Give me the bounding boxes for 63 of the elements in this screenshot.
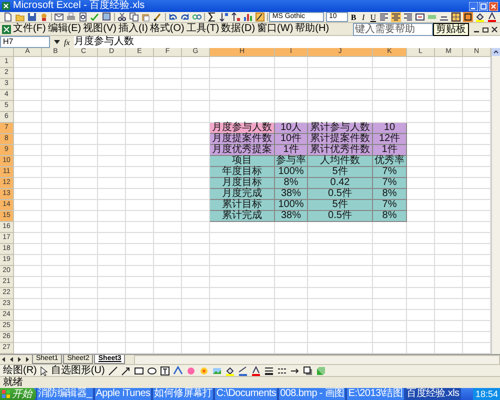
menu-item[interactable]: 插入(I) xyxy=(118,23,148,35)
taskbar-button[interactable]: C:\Documents xyxy=(214,388,278,400)
table-cell: 100% xyxy=(275,167,308,178)
table-cell: 年度目标 xyxy=(210,167,275,178)
table-cell: 0.5件 xyxy=(308,211,373,222)
menu-item[interactable]: 帮助(H) xyxy=(295,23,330,35)
table-cell: 月度优秀提案 xyxy=(210,145,275,156)
taskbar-button[interactable]: Apple iTunes xyxy=(94,388,152,400)
tooltip: 剪贴板 xyxy=(433,22,469,36)
taskbar-button[interactable]: 008.bmp - 画图 xyxy=(278,388,346,400)
table-cell: 8% xyxy=(275,178,308,189)
status-text: 就绪 xyxy=(3,377,23,388)
table-cell: 8% xyxy=(373,189,407,200)
table-cell: 累计提案件数 xyxy=(308,134,373,145)
table-cell: 7% xyxy=(373,200,407,211)
table-cell: 累计参与人数 xyxy=(308,123,373,134)
menu-item[interactable]: 数据(D) xyxy=(221,23,256,35)
menu-item[interactable]: 视图(V) xyxy=(83,23,116,35)
table-cell: 100% xyxy=(275,200,308,211)
table-cell: 7% xyxy=(373,167,407,178)
function-button[interactable]: fx xyxy=(64,38,70,46)
help-search-field[interactable]: 键入需要帮助 xyxy=(353,22,433,36)
table-cell: 月度提案件数 xyxy=(210,134,275,145)
table-cell: 0.42 xyxy=(308,178,373,189)
table-cell: 累计目标 xyxy=(210,200,275,211)
formula-field[interactable]: 月度参与人数 xyxy=(74,36,500,48)
clock: 18:54 xyxy=(475,389,498,399)
table-cell: 优秀率 xyxy=(373,156,407,167)
table-cell: 1件 xyxy=(275,145,308,156)
menu-item[interactable]: 窗口(W) xyxy=(257,23,294,35)
underline-button[interactable]: U xyxy=(369,12,378,22)
taskbar-button[interactable]: 如何修屏幕打 xyxy=(152,388,214,400)
table-cell: 12件 xyxy=(373,134,407,145)
table-cell: 累计完成 xyxy=(210,211,275,222)
menu-item[interactable]: 编辑(E) xyxy=(48,23,82,35)
table-cell: 项目 xyxy=(210,156,275,167)
table-cell: 累计优秀件数 xyxy=(308,145,373,156)
table-cell: 1件 xyxy=(373,145,407,156)
taskbar-button[interactable]: E:\2013\结图 xyxy=(346,388,405,400)
menu-item[interactable]: 格式(O) xyxy=(150,23,184,35)
menu-item[interactable]: 文件(F) xyxy=(13,23,46,35)
taskbar-button[interactable]: 消防编辑器_ xyxy=(36,388,94,400)
table-cell: 人均件数 xyxy=(308,156,373,167)
table-cell: 0.5件 xyxy=(308,189,373,200)
table-cell: 月度参与人数 xyxy=(210,123,275,134)
table-cell: 8% xyxy=(373,211,407,222)
table-cell: 5件 xyxy=(308,200,373,211)
table-cell: 7% xyxy=(373,178,407,189)
name-box[interactable]: H7 xyxy=(0,36,50,48)
italic-button[interactable]: I xyxy=(359,12,368,22)
table-cell: 10人 xyxy=(275,123,308,134)
table-cell: 10 xyxy=(373,123,407,134)
table-cell: 38% xyxy=(275,189,308,200)
table-cell: 参与率 xyxy=(275,156,308,167)
autoshapes-menu[interactable]: 自选图形(U) xyxy=(50,365,105,376)
table-cell: 38% xyxy=(275,211,308,222)
table-cell: 月度完成 xyxy=(210,189,275,200)
table-cell: 10件 xyxy=(275,134,308,145)
bold-button[interactable]: B xyxy=(350,12,358,22)
menu-item[interactable]: 工具(T) xyxy=(186,23,220,35)
draw-menu[interactable]: 绘图(R) xyxy=(3,365,37,376)
table-cell: 月度目标 xyxy=(210,178,275,189)
table-cell: 5件 xyxy=(308,167,373,178)
